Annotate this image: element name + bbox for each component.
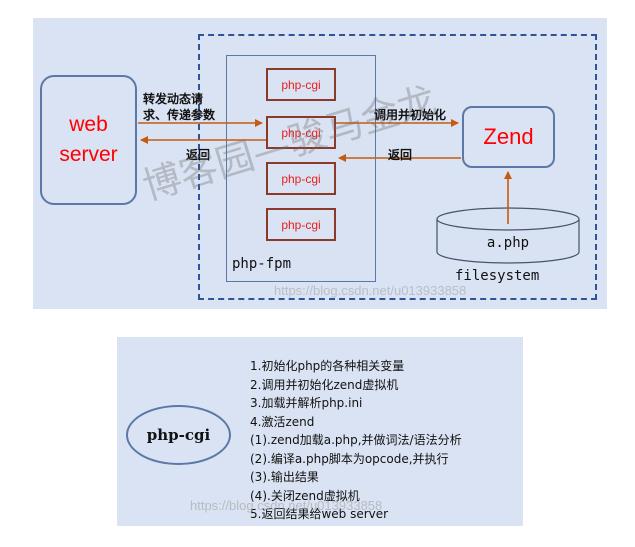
list-item: 1.初始化php的各种相关变量 — [250, 359, 405, 373]
return-label: 返回 — [388, 148, 413, 162]
a-php-file-label: a.php — [486, 235, 530, 251]
list-item: 2.调用并初始化zend虚拟机 — [250, 377, 399, 392]
list-item: 4.激活zend — [250, 414, 315, 429]
filesystem-label: filesystem — [455, 268, 540, 284]
url-watermark: https://blog.csdn.net/u013933858 — [190, 498, 383, 513]
php-cgi-ellipse: php-cgi — [126, 405, 231, 465]
list-item: (1).zend加载a.php,并做词法/语法分析 — [250, 433, 462, 447]
request-label: 求、传递参数 — [143, 108, 216, 122]
php-cgi-ellipse-label: php-cgi — [146, 426, 211, 444]
list-item: 3.加载并解析php.ini — [250, 396, 363, 410]
list-item: (2).编译a.php脚本为opcode,并执行 — [250, 451, 449, 466]
request-label: 转发动态请 — [143, 92, 204, 106]
list-item: (3).输出结果 — [250, 470, 319, 484]
url-watermark: https://blog.csdn.net/u013933858 — [274, 283, 467, 298]
